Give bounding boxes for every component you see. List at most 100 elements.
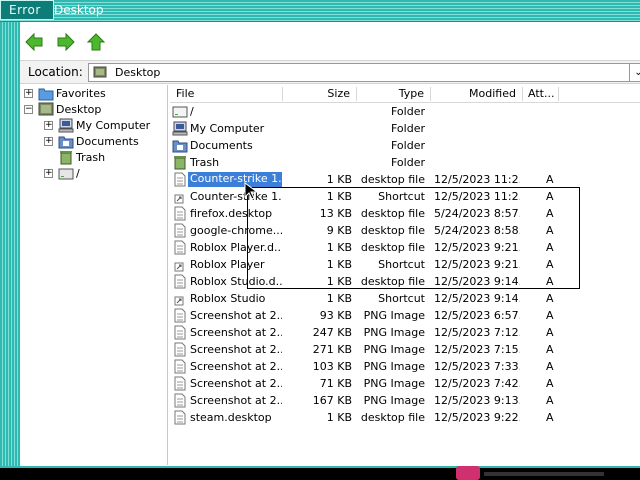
file-row[interactable]: Roblox Player 1 KB Shortcut 12/5/2023 9:21.…	[170, 256, 640, 273]
trash-icon	[172, 155, 188, 170]
taskbar-strip	[484, 472, 604, 476]
file-modified: 12/5/2023 11:2...	[434, 173, 520, 186]
file-row[interactable]: steam.desktop 1 KB desktop file 12/5/2023 9…	[170, 409, 640, 426]
image-file-icon	[172, 393, 188, 408]
file-modified: 12/5/2023 7:15...	[434, 343, 520, 356]
file-name: Documents	[190, 139, 253, 152]
file-row[interactable]: Counter-strike 1... 1 KB desktop file 12/5/…	[170, 171, 640, 188]
file-row[interactable]: firefox.desktop 13 KB desktop file 5/24/202…	[170, 205, 640, 222]
file-row[interactable]: Screenshot at 2... 271 KB PNG Image 12/5/20…	[170, 341, 640, 358]
collapse-icon[interactable]: −	[24, 105, 33, 114]
file-row[interactable]: Screenshot at 2... 103 KB PNG Image 12/5/20…	[170, 358, 640, 375]
desktop-file-icon	[172, 172, 188, 187]
location-value: Desktop	[115, 66, 161, 79]
file-name: Screenshot at 2...	[190, 377, 282, 390]
file-name: firefox.desktop	[190, 207, 273, 220]
file-attributes: A	[546, 309, 554, 322]
file-row[interactable]: Roblox Studio.d... 1 KB desktop file 12/5/2…	[170, 273, 640, 290]
tree-item-label: Trash	[76, 151, 106, 164]
window-left-border	[0, 22, 20, 468]
expand-icon[interactable]: +	[24, 89, 33, 98]
file-name: My Computer	[190, 122, 265, 135]
file-modified: 12/5/2023 11:2...	[434, 190, 520, 203]
file-attributes: A	[546, 394, 554, 407]
file-row[interactable]: Counter-strike 1... 1 KB Shortcut 12/5/2023…	[170, 188, 640, 205]
file-name: Roblox Studio.d...	[190, 275, 282, 288]
file-size: 247 KB	[312, 326, 352, 339]
error-tab[interactable]: Error	[0, 0, 54, 20]
expand-icon[interactable]: +	[44, 169, 53, 178]
cursor-icon	[244, 182, 260, 200]
taskbar-app-icon[interactable]	[456, 466, 480, 480]
drive-icon	[172, 104, 188, 119]
file-size: 1 KB	[326, 190, 352, 203]
file-attributes: A	[546, 241, 554, 254]
file-row[interactable]: Roblox Studio 1 KB Shortcut 12/5/2023 9:14.…	[170, 290, 640, 307]
column-header-type[interactable]: Type	[357, 87, 431, 101]
file-row[interactable]: Trash Folder	[170, 154, 640, 171]
expand-icon[interactable]: +	[44, 121, 53, 130]
file-attributes: A	[546, 411, 554, 424]
desktop-file-icon	[172, 240, 188, 255]
file-row[interactable]: / Folder	[170, 103, 640, 120]
expand-icon[interactable]: +	[44, 137, 53, 146]
file-type: desktop file	[360, 207, 425, 220]
file-row[interactable]: Roblox Player.d... 1 KB desktop file 12/5/2…	[170, 239, 640, 256]
folder-blue-icon	[38, 86, 54, 101]
column-header-modified[interactable]: Modified	[431, 87, 523, 101]
file-size: 1 KB	[326, 241, 352, 254]
file-name: Screenshot at 2...	[190, 309, 282, 322]
file-modified: 12/5/2023 7:12...	[434, 326, 520, 339]
file-type: PNG Image	[363, 377, 425, 390]
file-type: PNG Image	[363, 394, 425, 407]
file-type: desktop file	[360, 173, 425, 186]
desktop-file-icon	[172, 274, 188, 289]
file-manager-window: Desktop Error Location: Desktop ⌄ + Favo…	[0, 0, 640, 468]
file-size: 9 KB	[326, 224, 352, 237]
tree-item-label: My Computer	[76, 119, 151, 132]
file-modified: 12/5/2023 9:22...	[434, 411, 520, 424]
file-modified: 12/5/2023 7:33...	[434, 360, 520, 373]
tree-item-label: Desktop	[56, 103, 102, 116]
file-size: 1 KB	[326, 411, 352, 424]
file-name: Counter-strike 1...	[190, 190, 282, 203]
file-row[interactable]: google-chrome.... 9 KB desktop file 5/24/20…	[170, 222, 640, 239]
title-bar[interactable]: Desktop	[0, 0, 640, 22]
file-name: Trash	[190, 156, 220, 169]
file-attributes: A	[546, 173, 554, 186]
forward-arrow-icon[interactable]	[56, 32, 76, 52]
file-modified: 12/5/2023 9:21...	[434, 258, 520, 271]
image-file-icon	[172, 359, 188, 374]
image-file-icon	[172, 308, 188, 323]
toolbar	[20, 22, 640, 60]
up-arrow-icon[interactable]	[86, 32, 106, 52]
file-modified: 12/5/2023 9:14...	[434, 275, 520, 288]
trash-icon	[58, 150, 74, 165]
chevron-down-icon[interactable]: ⌄	[629, 64, 640, 81]
file-attributes: A	[546, 207, 554, 220]
file-modified: 12/5/2023 6:57...	[434, 309, 520, 322]
location-label: Location:	[28, 65, 83, 79]
back-arrow-icon[interactable]	[24, 32, 44, 52]
file-row[interactable]: My Computer Folder	[170, 120, 640, 137]
file-name: Screenshot at 2...	[190, 343, 282, 356]
column-header-size[interactable]: Size	[283, 87, 357, 101]
file-row[interactable]: Screenshot at 2... 93 KB PNG Image 12/5/202…	[170, 307, 640, 324]
file-row[interactable]: Screenshot at 2... 247 KB PNG Image 12/5/20…	[170, 324, 640, 341]
file-row[interactable]: Screenshot at 2... 71 KB PNG Image 12/5/202…	[170, 375, 640, 392]
location-input[interactable]: Desktop ⌄	[88, 63, 640, 82]
file-attributes: A	[546, 258, 554, 271]
file-row[interactable]: Screenshot at 2... 167 KB PNG Image 12/5/20…	[170, 392, 640, 409]
column-header-file[interactable]: File	[176, 87, 283, 101]
file-name: Screenshot at 2...	[190, 360, 282, 373]
file-attributes: A	[546, 360, 554, 373]
file-type: Folder	[391, 105, 425, 118]
file-row[interactable]: Documents Folder	[170, 137, 640, 154]
file-size: 93 KB	[319, 309, 352, 322]
file-modified: 5/24/2023 8:58...	[434, 224, 520, 237]
location-bar: Location: Desktop ⌄	[20, 60, 640, 84]
file-size: 1 KB	[326, 258, 352, 271]
desktop-file-icon	[172, 223, 188, 238]
column-header-attributes[interactable]: Att...	[523, 87, 559, 101]
file-modified: 12/5/2023 9:13...	[434, 394, 520, 407]
